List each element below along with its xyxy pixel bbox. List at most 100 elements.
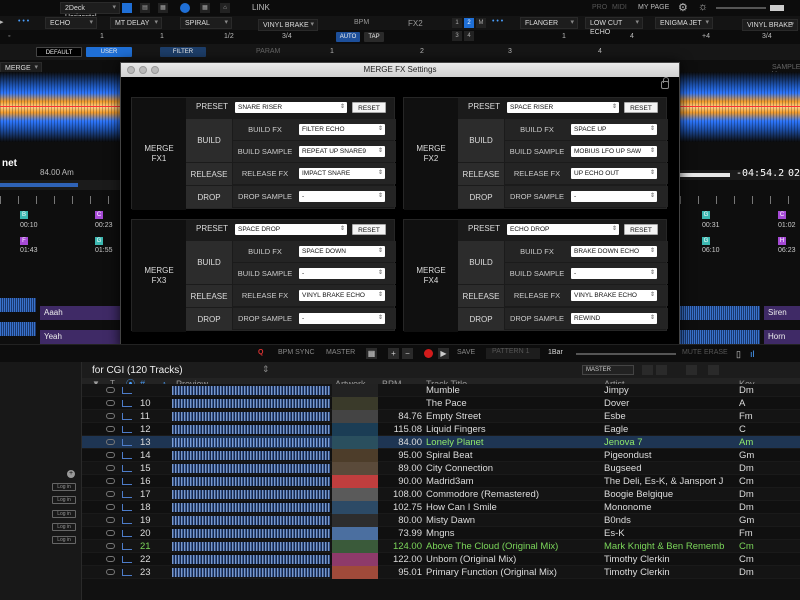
fx1-param-1[interactable]: 1 xyxy=(100,33,104,40)
track-preview-waveform[interactable] xyxy=(172,477,330,486)
hotcue-b[interactable]: B xyxy=(20,211,28,219)
filter-button[interactable]: FILTER xyxy=(160,47,206,57)
track-preview-waveform[interactable] xyxy=(172,399,330,408)
sampler-pad-yeah[interactable]: Yeah xyxy=(40,330,120,344)
merge-fx1-reset-button[interactable]: RESET xyxy=(352,102,386,113)
master-volume-slider[interactable] xyxy=(716,7,766,9)
sampler-pad-horn[interactable]: Horn xyxy=(764,330,800,344)
table-row[interactable]: 14 95.00 Spiral Beat Pigeondust Gm xyxy=(82,449,800,462)
bar-length[interactable]: 1Bar xyxy=(548,349,563,356)
merge-fx4-build-sample-select[interactable]: - xyxy=(571,268,657,279)
track-preview-waveform[interactable] xyxy=(172,542,330,551)
add-icon[interactable]: + xyxy=(388,348,399,359)
merge-fx2-preset-select[interactable]: SPACE RISER xyxy=(507,102,619,113)
merge-fx3-release-fx-select[interactable]: VINYL BRAKE ECHO xyxy=(299,290,385,301)
pro-label[interactable]: PRO xyxy=(592,4,607,11)
deck-right-waveform[interactable] xyxy=(680,72,800,142)
track-preview-waveform[interactable] xyxy=(172,516,330,525)
grid-view-icon[interactable]: ▦ xyxy=(366,348,377,359)
deck-mode-select[interactable]: 2Deck Horizontal xyxy=(60,2,120,21)
hotcue-right-3[interactable]: G xyxy=(702,237,710,245)
login-button-1[interactable]: Log in xyxy=(52,483,76,491)
zoom-window-icon[interactable] xyxy=(151,66,159,74)
track-preview-waveform[interactable] xyxy=(172,529,330,538)
table-row[interactable]: 15 89.00 City Connection Bugseed Dm xyxy=(82,462,800,475)
table-row[interactable]: 21 124.00 Above The Cloud (Original Mix)… xyxy=(82,540,800,553)
deck-left-waveform[interactable] xyxy=(0,72,120,142)
param-4[interactable]: 4 xyxy=(598,48,602,55)
table-row[interactable]: 12 115.08 Liquid Fingers Eagle C xyxy=(82,423,800,436)
layout-icon-2[interactable]: ▤ xyxy=(140,3,150,13)
fx2-param-1[interactable]: 1 xyxy=(562,33,566,40)
my-page-label[interactable]: MY PAGE xyxy=(638,4,669,11)
merge-fx4-preset-select[interactable]: ECHO DROP xyxy=(507,224,619,235)
merge-fx4-build-fx-select[interactable]: BRAKE DOWN ECHO xyxy=(571,246,657,257)
fx-assign-2[interactable]: 2 xyxy=(464,18,474,28)
lock-icon[interactable] xyxy=(661,77,669,89)
param-2[interactable]: 2 xyxy=(420,48,424,55)
dialog-titlebar[interactable]: MERGE FX Settings xyxy=(121,63,679,77)
track-preview-waveform[interactable] xyxy=(172,425,330,434)
merge-fx2-build-sample-select[interactable]: MOBIUS LFO UP SAW xyxy=(571,146,657,157)
table-row[interactable]: 20 73.99 Mngns Es-K Fm xyxy=(82,527,800,540)
quantize-button[interactable]: Q xyxy=(258,349,263,356)
sampler-pad-siren[interactable]: Siren xyxy=(764,306,800,320)
merge-fx3-preset-select[interactable]: SPACE DROP xyxy=(235,224,347,235)
table-row[interactable]: 19 80.00 Misty Dawn B0nds Gm xyxy=(82,514,800,527)
hotcue-f[interactable]: F xyxy=(20,237,28,245)
track-preview-waveform[interactable] xyxy=(172,412,330,421)
fx-assign-3[interactable]: 3 xyxy=(452,31,462,41)
hotcue-right-2[interactable]: C xyxy=(778,211,786,219)
param-1[interactable]: 1 xyxy=(330,48,334,55)
layout-icon-3[interactable]: ▦ xyxy=(158,3,168,13)
merge-fx2-drop-sample-select[interactable]: - xyxy=(571,191,657,202)
login-button-2[interactable]: Log in xyxy=(52,496,76,504)
merge-fx3-drop-sample-select[interactable]: - xyxy=(299,313,385,324)
track-preview-waveform[interactable] xyxy=(172,568,330,577)
fx2-param-2[interactable]: 4 xyxy=(630,33,634,40)
record-icon[interactable] xyxy=(424,349,433,358)
sampler-pad-aaah[interactable]: Aaah xyxy=(40,306,120,320)
default-button[interactable]: DEFAULT xyxy=(36,47,82,57)
fx-assign-1[interactable]: 1 xyxy=(452,18,462,28)
hotcue-g[interactable]: G xyxy=(95,237,103,245)
play-icon[interactable]: ▶ xyxy=(438,348,449,359)
merge-fx1-build-fx-select[interactable]: FILTER ECHO xyxy=(299,124,385,135)
merge-fx4-release-fx-select[interactable]: VINYL BRAKE ECHO xyxy=(571,290,657,301)
table-row[interactable]: 16 90.00 Madrid3am The Deli, Es-K, & Jan… xyxy=(82,475,800,488)
settings-gear-icon[interactable]: ⚙ xyxy=(678,1,688,14)
phone-icon[interactable]: ▯ xyxy=(736,349,741,360)
close-window-icon[interactable] xyxy=(127,66,135,74)
hotcue-c[interactable]: C xyxy=(95,211,103,219)
list-view-icon[interactable] xyxy=(642,365,653,375)
tap-bpm-button[interactable]: TAP xyxy=(364,32,384,42)
fx2-beat-value[interactable]: 3/4 xyxy=(762,33,772,40)
remove-icon[interactable]: − xyxy=(402,348,413,359)
deck-left-overview[interactable] xyxy=(0,180,120,190)
record-mode-icon[interactable] xyxy=(180,3,190,13)
merge-fx4-reset-button[interactable]: RESET xyxy=(624,224,658,235)
browser-mode-select[interactable]: MASTER xyxy=(582,365,634,375)
merge-fx1-drop-sample-select[interactable]: - xyxy=(299,191,385,202)
merge-fx3-build-fx-select[interactable]: SPACE DOWN xyxy=(299,246,385,257)
track-preview-waveform[interactable] xyxy=(172,451,330,460)
track-preview-waveform[interactable] xyxy=(172,503,330,512)
merge-fx2-build-fx-select[interactable]: SPACE UP xyxy=(571,124,657,135)
layout-icon-1[interactable] xyxy=(122,3,132,13)
merge-fx3-reset-button[interactable]: RESET xyxy=(352,224,386,235)
fx1-slot-2[interactable]: MT DELAY xyxy=(110,17,162,29)
fx1-slot-1[interactable]: ECHO xyxy=(45,17,97,29)
fx1-slot-3[interactable]: SPIRAL xyxy=(180,17,232,29)
login-button-3[interactable]: Log in xyxy=(52,510,76,518)
hotcue-right-4[interactable]: H xyxy=(778,237,786,245)
table-row[interactable]: 22 122.00 Unborn (Original Mix) Timothy … xyxy=(82,553,800,566)
merge-fx2-reset-button[interactable]: RESET xyxy=(624,102,658,113)
table-row[interactable]: 23 95.01 Primary Function (Original Mix)… xyxy=(82,566,800,579)
grid-icon[interactable]: ▦ xyxy=(200,3,210,13)
fx2-slot-1[interactable]: FLANGER xyxy=(520,17,578,29)
sort-icon[interactable]: ⇕ xyxy=(262,364,270,375)
track-preview-waveform[interactable] xyxy=(172,386,330,395)
fx-assign-m[interactable]: M xyxy=(476,18,486,28)
table-row[interactable]: 13 84.00 Lonely Planet Jenova 7 Am xyxy=(82,436,800,449)
fx2-param-3[interactable]: +4 xyxy=(702,33,710,40)
